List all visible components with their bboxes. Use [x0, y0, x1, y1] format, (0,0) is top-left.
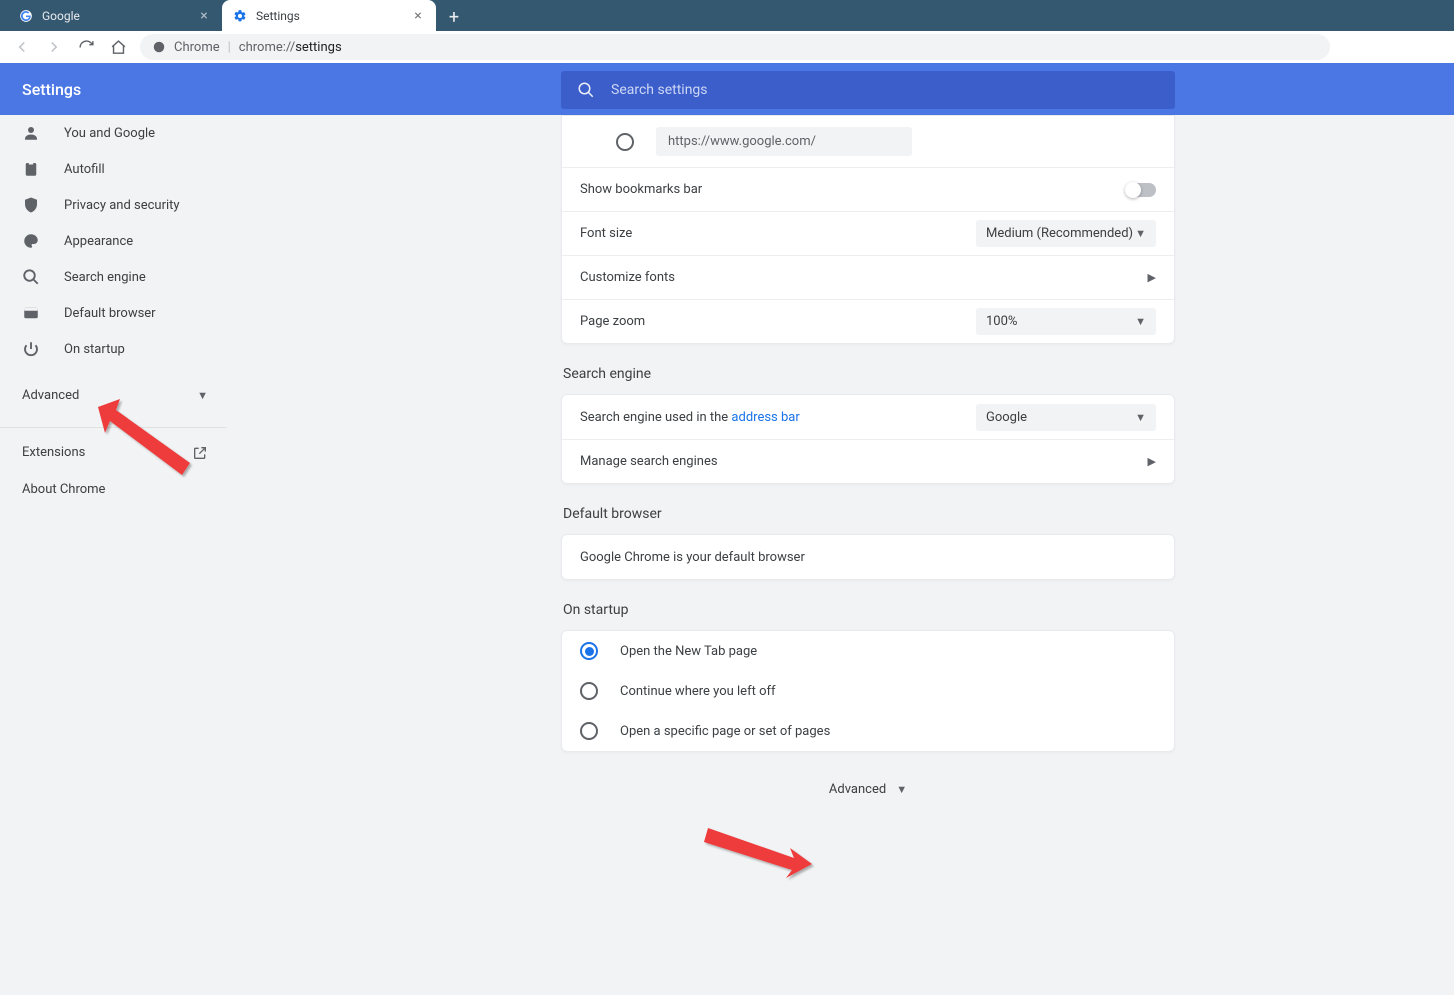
palette-icon — [22, 232, 40, 250]
person-icon — [22, 124, 40, 142]
sidebar-item-label: Autofill — [64, 162, 105, 177]
default-browser-message: Google Chrome is your default browser — [580, 550, 805, 565]
manage-search-engines-row[interactable]: Manage search engines ▶ — [562, 439, 1174, 483]
close-icon[interactable]: × — [410, 8, 426, 24]
sidebar-advanced-toggle[interactable]: Advanced ▼ — [0, 377, 226, 413]
clipboard-icon — [22, 160, 40, 178]
settings-favicon — [232, 8, 248, 24]
sidebar-about-label: About Chrome — [22, 482, 105, 497]
sidebar-item-label: Appearance — [64, 234, 133, 249]
chevron-right-icon: ▶ — [1148, 271, 1156, 284]
on-startup-card: Open the New Tab page Continue where you… — [561, 630, 1175, 752]
url-context: Chrome — [174, 40, 220, 55]
startup-option-continue[interactable]: Continue where you left off — [562, 671, 1174, 711]
sidebar-item-label: On startup — [64, 342, 125, 357]
font-size-select[interactable]: Medium (Recommended) ▼ — [976, 220, 1156, 247]
sidebar-extensions-label: Extensions — [22, 445, 85, 460]
close-icon[interactable]: × — [196, 8, 212, 24]
address-bar[interactable]: Chrome | chrome://settings — [140, 34, 1330, 60]
chevron-down-icon: ▼ — [1135, 315, 1146, 328]
sidebar-advanced-label: Advanced — [22, 388, 79, 403]
page-zoom-select[interactable]: 100% ▼ — [976, 308, 1156, 335]
chevron-right-icon: ▶ — [1148, 455, 1156, 468]
startup-option-label: Open the New Tab page — [620, 644, 757, 659]
back-button[interactable] — [8, 33, 36, 61]
homepage-url-input[interactable]: https://www.google.com/ — [656, 127, 912, 156]
advanced-footer-label: Advanced — [829, 782, 886, 797]
page-title: Settings — [22, 80, 81, 99]
sidebar-about-chrome[interactable]: About Chrome — [0, 471, 226, 507]
browser-toolbar: Chrome | chrome://settings — [0, 31, 1454, 63]
manage-search-engines-label: Manage search engines — [580, 454, 718, 469]
startup-option-specific-pages[interactable]: Open a specific page or set of pages — [562, 711, 1174, 751]
sidebar-item-search-engine[interactable]: Search engine — [0, 259, 226, 295]
search-icon — [22, 268, 40, 286]
forward-button[interactable] — [40, 33, 68, 61]
default-browser-card: Google Chrome is your default browser — [561, 534, 1175, 580]
sidebar-item-default-browser[interactable]: Default browser — [0, 295, 226, 331]
search-engine-row: Search engine used in the address bar Go… — [562, 395, 1174, 439]
font-size-label: Font size — [580, 226, 632, 241]
home-button[interactable] — [104, 33, 132, 61]
sidebar-item-label: Default browser — [64, 306, 156, 321]
external-link-icon — [192, 445, 208, 461]
address-bar-link[interactable]: address bar — [731, 410, 799, 425]
google-favicon — [18, 8, 34, 24]
chevron-down-icon: ▼ — [197, 389, 208, 402]
search-engine-card: Search engine used in the address bar Go… — [561, 394, 1175, 484]
shield-icon — [22, 196, 40, 214]
bookmarks-bar-label: Show bookmarks bar — [580, 182, 702, 197]
radio-icon[interactable] — [580, 722, 598, 740]
customize-fonts-row[interactable]: Customize fonts ▶ — [562, 255, 1174, 299]
tab-title: Settings — [256, 9, 410, 23]
site-info-icon — [152, 40, 166, 54]
chevron-down-icon: ▼ — [896, 783, 907, 796]
font-size-row: Font size Medium (Recommended) ▼ — [562, 211, 1174, 255]
radio-icon[interactable] — [580, 642, 598, 660]
sidebar-item-autofill[interactable]: Autofill — [0, 151, 226, 187]
default-browser-row: Google Chrome is your default browser — [562, 535, 1174, 579]
appearance-card: https://www.google.com/ Show bookmarks b… — [561, 115, 1175, 344]
startup-option-new-tab[interactable]: Open the New Tab page — [562, 631, 1174, 671]
sidebar-item-label: Search engine — [64, 270, 146, 285]
page-zoom-row: Page zoom 100% ▼ — [562, 299, 1174, 343]
startup-option-label: Continue where you left off — [620, 684, 776, 699]
chevron-down-icon: ▼ — [1135, 411, 1146, 424]
sidebar-item-you-and-google[interactable]: You and Google — [0, 115, 226, 151]
radio-icon[interactable] — [580, 682, 598, 700]
search-settings-input[interactable]: Search settings — [561, 71, 1175, 109]
reload-button[interactable] — [72, 33, 100, 61]
new-tab-button[interactable]: + — [440, 3, 468, 31]
page-zoom-label: Page zoom — [580, 314, 645, 329]
search-placeholder: Search settings — [611, 82, 708, 98]
bookmarks-bar-row: Show bookmarks bar — [562, 167, 1174, 211]
chevron-down-icon: ▼ — [1135, 227, 1146, 240]
tab-google[interactable]: Google × — [8, 0, 222, 31]
sidebar-extensions-link[interactable]: Extensions — [0, 427, 226, 471]
on-startup-title: On startup — [563, 602, 1175, 618]
search-engine-select[interactable]: Google ▼ — [976, 404, 1156, 431]
bookmarks-bar-toggle[interactable] — [1126, 183, 1156, 197]
settings-content: https://www.google.com/ Show bookmarks b… — [561, 115, 1175, 797]
advanced-expand-button[interactable]: Advanced ▼ — [561, 782, 1175, 797]
homepage-radio-row[interactable]: https://www.google.com/ — [562, 116, 1174, 167]
tab-settings[interactable]: Settings × — [222, 0, 436, 31]
sidebar-item-privacy[interactable]: Privacy and security — [0, 187, 226, 223]
power-icon — [22, 340, 40, 358]
sidebar-item-on-startup[interactable]: On startup — [0, 331, 226, 367]
search-engine-title: Search engine — [563, 366, 1175, 382]
customize-fonts-label: Customize fonts — [580, 270, 675, 285]
sidebar-item-appearance[interactable]: Appearance — [0, 223, 226, 259]
sidebar-item-label: Privacy and security — [64, 198, 180, 213]
startup-option-label: Open a specific page or set of pages — [620, 724, 830, 739]
tab-strip: Google × Settings × + — [0, 0, 1454, 31]
search-icon — [577, 81, 595, 99]
radio-icon[interactable] — [616, 133, 634, 151]
search-engine-label: Search engine used in the address bar — [580, 410, 800, 425]
default-browser-title: Default browser — [563, 506, 1175, 522]
settings-sidebar: You and Google Autofill Privacy and secu… — [0, 115, 226, 507]
browser-icon — [22, 304, 40, 322]
sidebar-item-label: You and Google — [64, 126, 155, 141]
tab-title: Google — [42, 9, 196, 23]
